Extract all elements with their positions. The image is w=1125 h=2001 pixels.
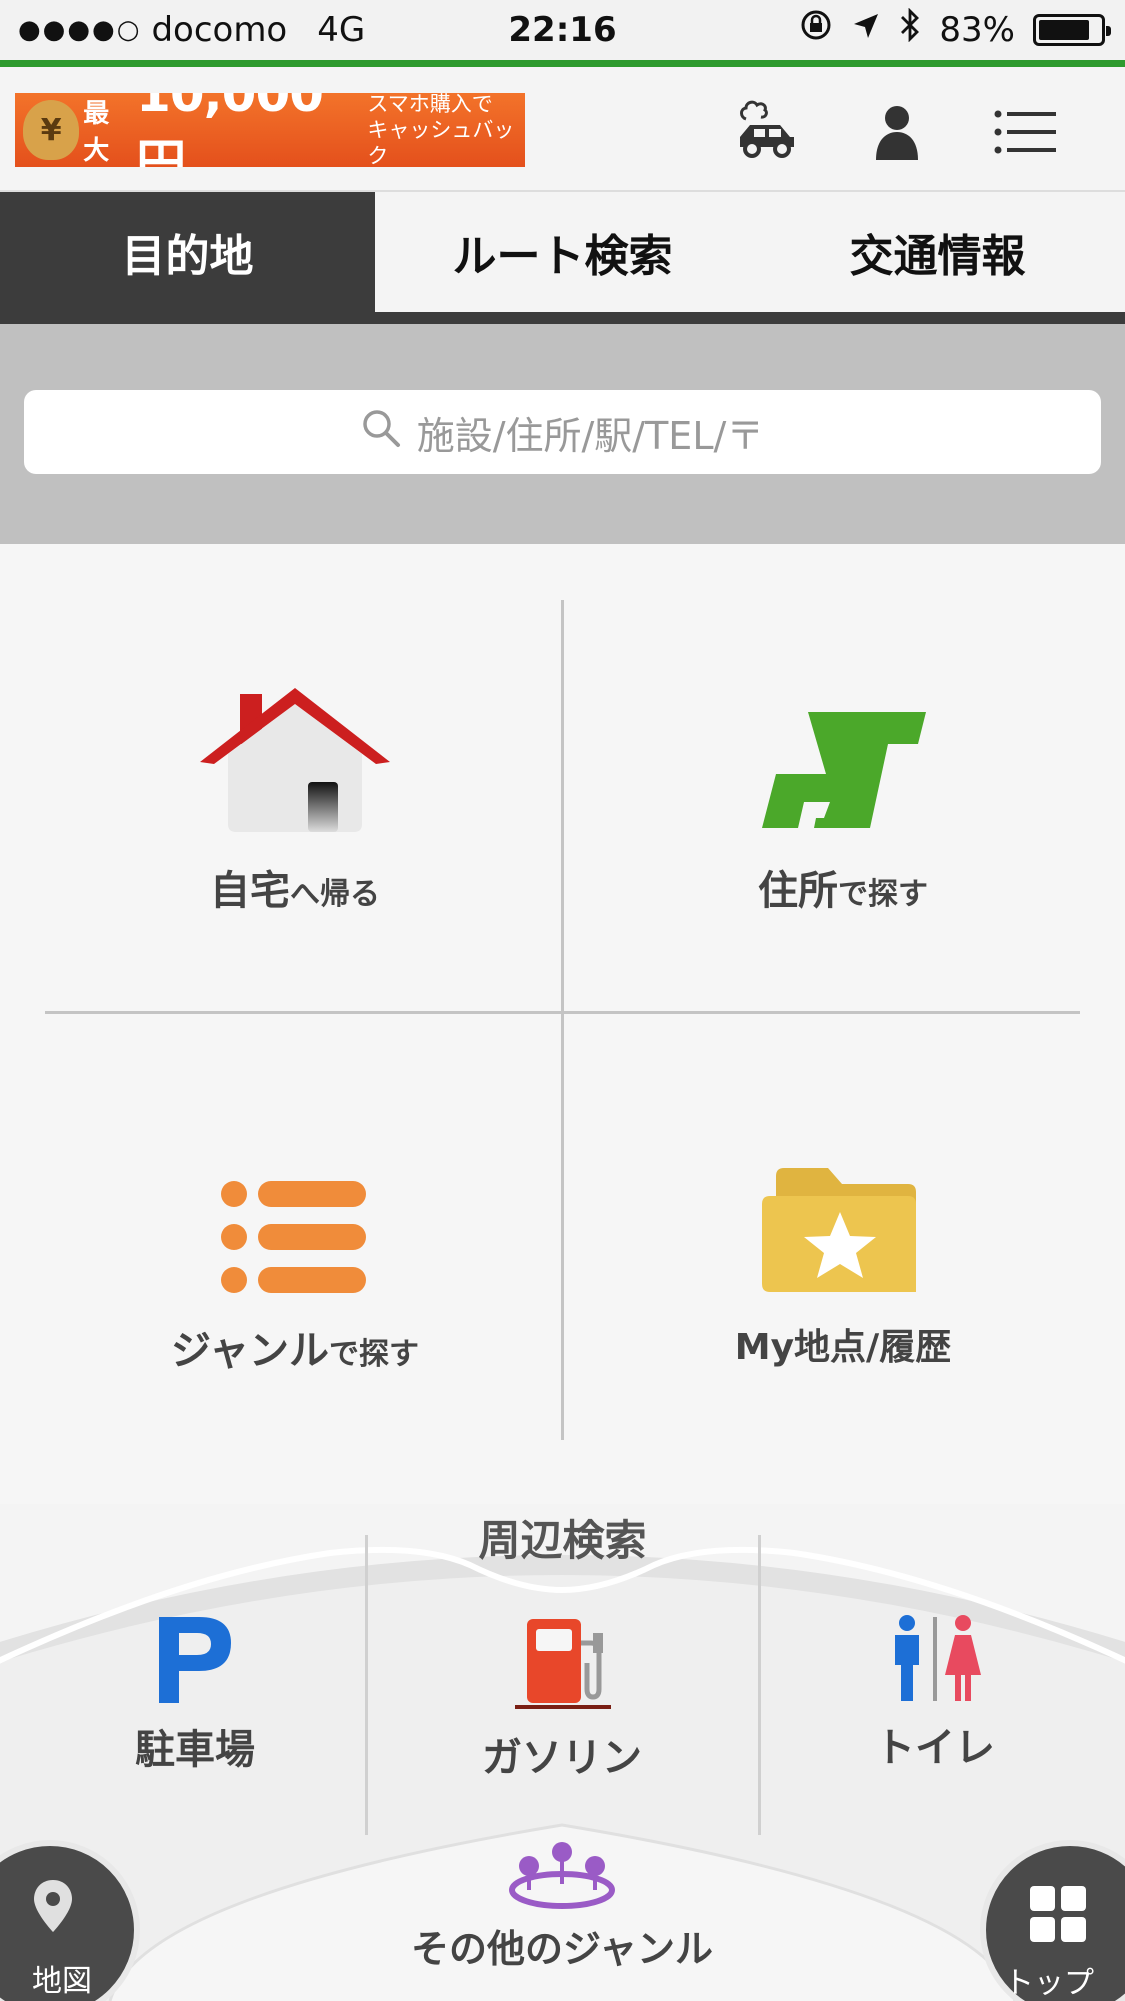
- parking-label: 駐車場: [135, 1727, 255, 1773]
- nearby-parking-button[interactable]: 駐車場: [45, 1613, 345, 1773]
- search-icon: [361, 408, 401, 457]
- bluetooth-icon: [899, 7, 921, 51]
- nearby-divider-1: [365, 1535, 368, 1835]
- house-icon: [200, 674, 390, 844]
- toilet-label: トイレ: [875, 1725, 995, 1771]
- menu-icon[interactable]: [990, 97, 1060, 167]
- nearby-divider-2: [758, 1535, 761, 1835]
- other-genre-label: その他のジャンル: [410, 1927, 714, 1971]
- destination-grid: 自宅へ帰る 住所で探す ジャンルで探す My地点/履歴: [0, 544, 1125, 1504]
- banner-note-line2: キャッシュバック: [367, 118, 515, 167]
- app-header: ¥ 最大 10,000円 スマホ購入で キャッシュバック: [0, 67, 1125, 192]
- go-home-sub: へ帰る: [290, 877, 380, 912]
- tab-destination[interactable]: 目的地: [0, 192, 375, 312]
- banner-prefix: 最大: [83, 99, 110, 166]
- my-spot-history-button[interactable]: My地点/履歴: [563, 1134, 1123, 1554]
- nearby-search-title: 周辺検索: [478, 1516, 647, 1565]
- map-japan-icon: [758, 674, 928, 844]
- search-input[interactable]: 施設/住所/駅/TEL/〒: [24, 390, 1101, 474]
- star-folder-icon: [758, 1134, 928, 1304]
- gas-label: ガソリン: [482, 1735, 642, 1781]
- my-spot-history-label: My地点/履歴: [734, 1327, 952, 1368]
- app-screen: ●●●●○ docomo 4G 22:16 83% ¥ 最大 10,000円 ス…: [0, 0, 1125, 2001]
- cashback-banner[interactable]: ¥ 最大 10,000円 スマホ購入で キャッシュバック: [15, 93, 525, 167]
- search-by-address-button[interactable]: 住所で探す: [563, 674, 1123, 1094]
- list-icon: [220, 1134, 370, 1304]
- battery-icon: [1033, 13, 1111, 46]
- tab-traffic-info[interactable]: 交通情報: [750, 192, 1125, 312]
- main-tabs: 目的地 ルート検索 交通情報: [0, 192, 1125, 312]
- battery-fill: [1039, 19, 1089, 40]
- car-icon[interactable]: [732, 97, 802, 167]
- grid-icon: [1028, 1884, 1088, 1948]
- other-genre-button[interactable]: その他のジャンル: [362, 1840, 762, 1990]
- banner-amount: 10,000円: [136, 93, 324, 167]
- parking-icon: [155, 1613, 235, 1709]
- other-genre-icon: [507, 1840, 617, 1914]
- search-by-genre-button[interactable]: ジャンルで探す: [15, 1134, 575, 1554]
- user-icon[interactable]: [862, 97, 932, 167]
- battery-percent: 83%: [939, 9, 1015, 50]
- address-main: 住所: [758, 868, 838, 914]
- tab-route-search[interactable]: ルート検索: [375, 192, 750, 312]
- gas-station-icon: [507, 1613, 617, 1717]
- status-bar: ●●●●○ docomo 4G 22:16 83%: [0, 0, 1125, 62]
- nearby-toilet-button[interactable]: トイレ: [785, 1613, 1085, 1773]
- currency-symbol: ¥: [40, 112, 62, 148]
- toilet-icon: [885, 1613, 985, 1707]
- status-accent-line: [0, 60, 1125, 67]
- banner-note-line1: スマホ購入で: [367, 93, 493, 116]
- search-by-genre-label: ジャンルで探す: [171, 1318, 419, 1376]
- status-right: 83%: [799, 7, 1111, 51]
- genre-sub: で探す: [329, 1337, 419, 1372]
- rotation-lock-icon: [799, 8, 833, 51]
- tab-underline: [0, 312, 1125, 324]
- location-arrow-icon: [851, 10, 881, 50]
- money-bag-icon: ¥: [23, 100, 80, 160]
- nearby-search-panel: 周辺検索 駐車場 ガソリン トイレ その他のジャンル 地図 トップ: [0, 1495, 1125, 2001]
- map-pin-icon: [28, 1876, 78, 1940]
- search-area: 施設/住所/駅/TEL/〒: [0, 324, 1125, 544]
- genre-main: ジャンル: [171, 1328, 329, 1374]
- address-sub: で探す: [838, 877, 928, 912]
- search-placeholder: 施設/住所/駅/TEL/〒: [416, 413, 765, 458]
- go-home-label: 自宅へ帰る: [210, 858, 380, 916]
- top-label: トップ: [1004, 1966, 1094, 2001]
- map-label: 地図: [32, 1964, 92, 1999]
- banner-note: スマホ購入で キャッシュバック: [367, 93, 525, 167]
- nearby-gas-button[interactable]: ガソリン: [412, 1613, 712, 1781]
- go-home-button[interactable]: 自宅へ帰る: [15, 674, 575, 1094]
- go-home-main: 自宅: [210, 868, 290, 914]
- search-by-address-label: 住所で探す: [758, 858, 928, 916]
